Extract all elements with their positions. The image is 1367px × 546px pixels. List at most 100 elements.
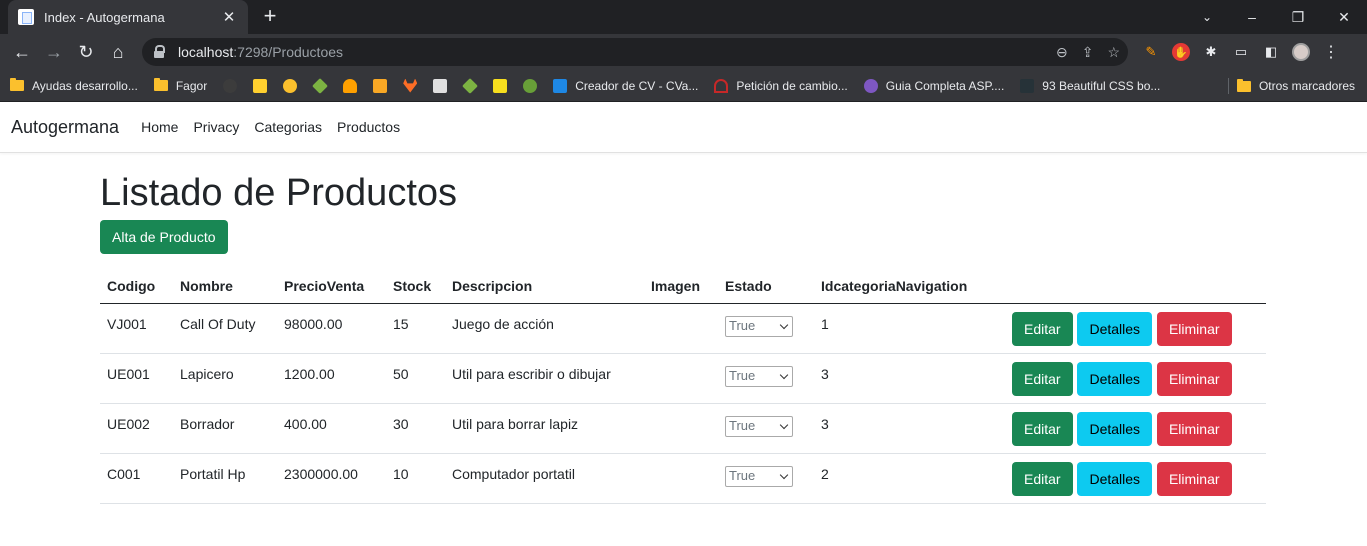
forward-icon[interactable]: → [38,36,70,68]
cell-actions: Editar Detalles Eliminar [1005,453,1266,505]
cell-codigo: VJ001 [100,303,173,355]
bookmarks-divider [1228,78,1229,94]
cell-estado: True [718,353,814,405]
cell-stock: 50 [386,353,445,405]
cell-estado: True [718,303,814,355]
cell-actions: Editar Detalles Eliminar [1005,353,1266,405]
edit-button[interactable]: Editar [1012,311,1073,346]
pen-extension-icon[interactable]: ✎ [1142,43,1160,61]
cell-codigo: UE001 [100,353,173,405]
table-row: UE002 Borrador 400.00 30 Util para borra… [100,403,1266,455]
side-panel-icon[interactable]: ◧ [1262,43,1280,61]
home-icon[interactable]: ⌂ [102,36,134,68]
bookmark-cv[interactable]: Creador de CV - CVa... [553,78,698,93]
nav-link-home[interactable]: Home [141,119,178,135]
bookmark-folder-ayudas[interactable]: Ayudas desarrollo... [10,78,138,93]
bookmark-css[interactable]: 93 Beautiful CSS bo... [1020,78,1160,93]
cast-icon[interactable]: ▭ [1232,43,1250,61]
stop-extension-icon[interactable]: ✋ [1172,43,1190,61]
navbar-brand[interactable]: Autogermana [11,117,119,138]
cell-actions: Editar Detalles Eliminar [1005,303,1266,355]
estado-select[interactable]: True [725,316,793,338]
header-descripcion: Descripcion [445,269,644,305]
nav-link-privacy[interactable]: Privacy [193,119,239,135]
delete-button[interactable]: Eliminar [1156,361,1232,396]
restore-button[interactable]: ❐ [1275,0,1321,34]
cell-stock: 10 [386,453,445,505]
cell-categoria: 3 [814,403,1005,455]
cell-imagen [644,353,718,405]
profile-avatar[interactable] [1292,43,1310,61]
page-favicon-icon [18,9,34,25]
browser-menu-icon[interactable]: ⋮ [1322,43,1340,61]
bookmarks-bar: Ayudas desarrollo... Fagor Creador de CV… [0,70,1367,102]
bookmark-miro[interactable] [253,78,268,93]
cell-imagen [644,453,718,505]
header-stock: Stock [386,269,445,305]
bookmark-firebase[interactable] [343,78,358,93]
bookmark-diamond-2[interactable] [462,77,479,94]
bookmark-peticion[interactable]: Petición de cambio... [714,78,848,93]
tab-search-icon[interactable]: ⌄ [1185,0,1229,34]
edit-button[interactable]: Editar [1012,411,1073,446]
close-tab-icon[interactable]: ✕ [220,8,238,26]
bookmark-js[interactable] [493,78,508,93]
bookmark-stack[interactable] [373,78,388,93]
browser-toolbar: ← → ↻ ⌂ localhost:7298/Productoes ⊖ ⇪ ☆ … [0,34,1367,70]
bookmark-emoji[interactable] [283,78,298,93]
diamond-icon [312,77,329,94]
delete-button[interactable]: Eliminar [1156,411,1232,446]
products-table: Codigo Nombre PrecioVenta Stock Descripc… [100,269,1266,505]
back-icon[interactable]: ← [6,36,38,68]
estado-select[interactable]: True [725,466,793,488]
address-bar[interactable]: localhost:7298/Productoes ⊖ ⇪ ☆ [142,38,1128,66]
cell-imagen [644,403,718,455]
estado-select[interactable]: True [725,416,793,438]
bookmark-diamond[interactable] [312,77,329,94]
bookmark-globe[interactable] [523,78,538,93]
folder-icon [10,78,24,91]
bookmark-folder-fagor[interactable]: Fagor [153,78,207,93]
bookmark-search[interactable] [433,78,448,93]
header-nombre: Nombre [173,269,277,305]
diamond-icon [462,77,479,94]
details-button[interactable]: Detalles [1077,311,1153,346]
delete-button[interactable]: Eliminar [1156,311,1232,346]
cell-categoria: 2 [814,453,1005,505]
header-actions [1005,269,1266,305]
extensions-puzzle-icon[interactable]: ✱ [1202,43,1220,61]
details-button[interactable]: Detalles [1077,461,1153,496]
zoom-icon[interactable]: ⊖ [1056,44,1068,61]
nav-link-productos[interactable]: Productos [337,119,400,135]
edit-button[interactable]: Editar [1012,361,1073,396]
cell-stock: 15 [386,303,445,355]
cell-descripcion: Util para borrar lapiz [445,403,644,455]
create-product-button[interactable]: Alta de Producto [100,219,228,254]
minimize-button[interactable]: – [1229,0,1275,34]
new-tab-button[interactable]: + [258,4,282,28]
cell-precioventa: 400.00 [277,403,386,455]
firebase-icon [343,78,358,93]
bookmark-gitlab[interactable] [403,78,418,93]
close-window-button[interactable]: ✕ [1321,0,1367,34]
reload-icon[interactable]: ↻ [70,36,102,68]
lock-icon[interactable] [152,45,166,59]
bookmark-guia[interactable]: Guia Completa ASP.... [863,78,1004,93]
edit-button[interactable]: Editar [1012,461,1073,496]
cell-categoria: 3 [814,353,1005,405]
bookmark-star-icon[interactable]: ☆ [1107,44,1120,61]
cell-actions: Editar Detalles Eliminar [1005,403,1266,455]
bookmark-folder-other[interactable]: Otros marcadores [1236,70,1355,102]
window-controls: ⌄ – ❐ ✕ [1185,0,1367,34]
browser-tabstrip: Index - Autogermana ✕ + ⌄ – ❐ ✕ [0,0,1367,34]
details-button[interactable]: Detalles [1077,361,1153,396]
nav-link-categorias[interactable]: Categorias [254,119,322,135]
share-icon[interactable]: ⇪ [1082,44,1094,61]
delete-button[interactable]: Eliminar [1156,461,1232,496]
estado-select[interactable]: True [725,366,793,388]
browser-tab[interactable]: Index - Autogermana ✕ [8,0,248,34]
github-icon [223,78,238,93]
bookmark-github[interactable] [223,78,238,93]
globe-icon [523,78,538,93]
details-button[interactable]: Detalles [1077,411,1153,446]
